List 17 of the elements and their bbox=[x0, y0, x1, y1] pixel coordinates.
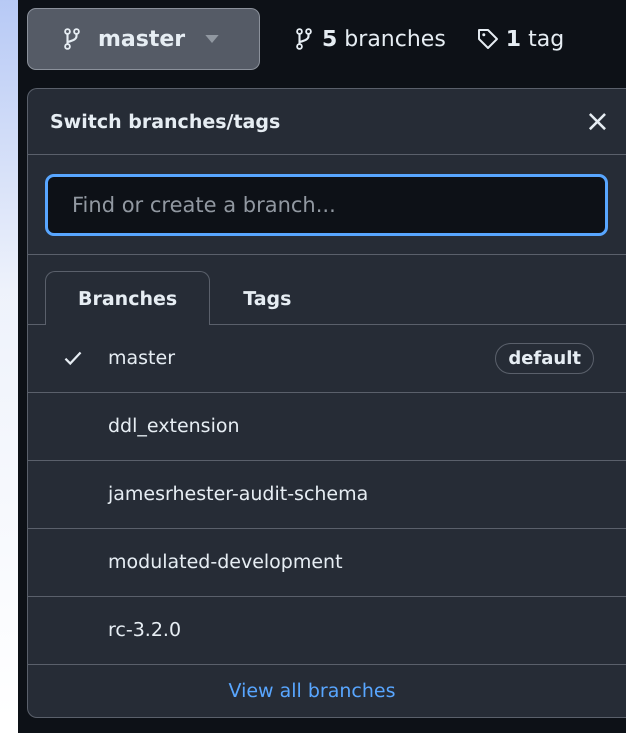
branch-search-field[interactable]: Find or create a branch... bbox=[45, 174, 608, 236]
branch-item[interactable]: rc-3.2.0 bbox=[28, 596, 626, 664]
default-label: default bbox=[495, 342, 594, 374]
view-all-branches-link[interactable]: View all branches bbox=[228, 680, 396, 702]
branch-select-button[interactable]: master bbox=[27, 8, 260, 70]
tags-link[interactable]: 1 tag bbox=[476, 26, 564, 52]
branch-item[interactable]: master default bbox=[28, 324, 626, 392]
branch-item[interactable]: jamesrhester-audit-schema bbox=[28, 460, 626, 528]
branch-item[interactable]: modulated-development bbox=[28, 528, 626, 596]
tag-icon bbox=[476, 27, 500, 51]
close-button[interactable]: × bbox=[568, 104, 626, 139]
tab[interactable]: Branches bbox=[45, 271, 210, 325]
tab[interactable]: Tags bbox=[210, 271, 324, 325]
dropdown-title: Switch branches/tags bbox=[50, 110, 280, 132]
caret-icon bbox=[205, 35, 220, 43]
branch-item[interactable]: ddl_extension bbox=[28, 392, 626, 460]
branches-link[interactable]: 5 branches bbox=[292, 26, 446, 52]
